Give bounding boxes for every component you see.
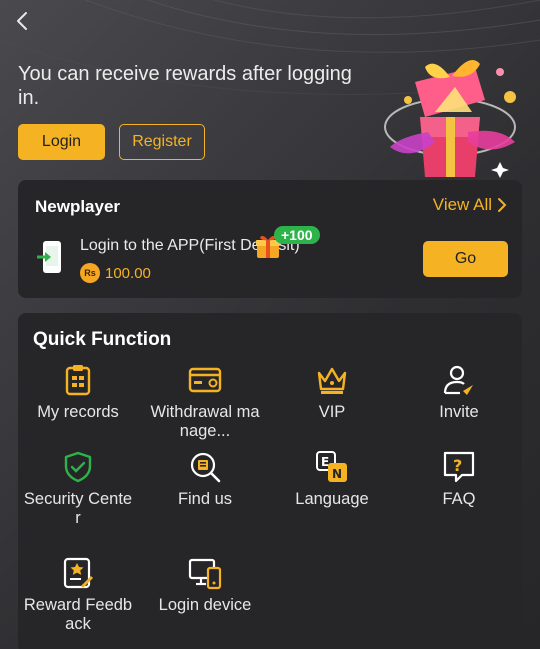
chevron-right-icon bbox=[498, 198, 507, 212]
faq-label: FAQ bbox=[442, 490, 476, 508]
login-device-item[interactable]: Login device bbox=[145, 556, 265, 615]
records-icon bbox=[65, 365, 91, 396]
security-center-label: Security Center bbox=[23, 490, 133, 527]
invite-user-icon bbox=[443, 365, 473, 395]
withdrawal-manage-label: Withdrawal manage... bbox=[150, 403, 260, 440]
faq-icon: ? bbox=[443, 451, 475, 483]
bonus-amount-badge: +100 bbox=[274, 226, 320, 244]
my-records-item[interactable]: My records bbox=[18, 363, 138, 422]
vip-item[interactable]: VIP bbox=[272, 363, 392, 422]
login-device-label: Login device bbox=[158, 596, 252, 614]
view-all-link[interactable]: View All bbox=[433, 195, 508, 215]
find-us-item[interactable]: Find us bbox=[145, 450, 265, 509]
my-records-label: My records bbox=[37, 403, 119, 421]
withdrawal-manage-item[interactable]: Withdrawal manage... bbox=[145, 363, 265, 441]
back-arrow-icon[interactable] bbox=[10, 8, 36, 34]
svg-text:E: E bbox=[321, 455, 329, 469]
device-icon bbox=[188, 558, 222, 590]
newplayer-title: Newplayer bbox=[35, 197, 121, 216]
rupee-coin-icon: Rs bbox=[80, 263, 100, 283]
quick-function-card: Quick Function My records Withdrawal man… bbox=[18, 313, 522, 649]
register-button[interactable]: Register bbox=[119, 124, 205, 160]
reward-feedback-label: Reward Feedback bbox=[23, 596, 133, 633]
shield-check-icon bbox=[64, 451, 92, 483]
svg-text:?: ? bbox=[453, 456, 462, 475]
login-button[interactable]: Login bbox=[18, 124, 105, 160]
withdraw-card-icon bbox=[188, 367, 222, 393]
find-us-label: Find us bbox=[177, 490, 233, 508]
reward-amount: 100.00 bbox=[105, 264, 151, 282]
invite-item[interactable]: Invite bbox=[399, 363, 519, 422]
reward-feedback-item[interactable]: Reward Feedback bbox=[18, 556, 138, 634]
language-item[interactable]: E N Language bbox=[272, 450, 392, 509]
crown-icon bbox=[317, 367, 347, 394]
svg-text:N: N bbox=[332, 467, 342, 481]
view-all-label: View All bbox=[432, 195, 492, 214]
bonus-gift-badge: +100 bbox=[254, 226, 328, 262]
invite-label: Invite bbox=[439, 403, 479, 421]
go-button[interactable]: Go bbox=[423, 241, 508, 277]
faq-item[interactable]: ? FAQ bbox=[399, 450, 519, 509]
gift-box-illustration bbox=[384, 60, 516, 178]
language-icon: E N bbox=[316, 451, 347, 482]
search-doc-icon bbox=[190, 452, 221, 483]
login-app-icon bbox=[37, 241, 61, 273]
vip-label: VIP bbox=[318, 403, 346, 421]
feedback-icon bbox=[63, 557, 93, 589]
task-reward: Rs 100.00 bbox=[80, 263, 151, 283]
newplayer-card: Newplayer View All Login to the APP(Firs… bbox=[18, 180, 522, 298]
language-label: Language bbox=[295, 490, 369, 508]
quick-function-title: Quick Function bbox=[33, 329, 172, 350]
security-center-item[interactable]: Security Center bbox=[18, 450, 138, 528]
rewards-login-message: You can receive rewards after logging in… bbox=[18, 63, 352, 109]
